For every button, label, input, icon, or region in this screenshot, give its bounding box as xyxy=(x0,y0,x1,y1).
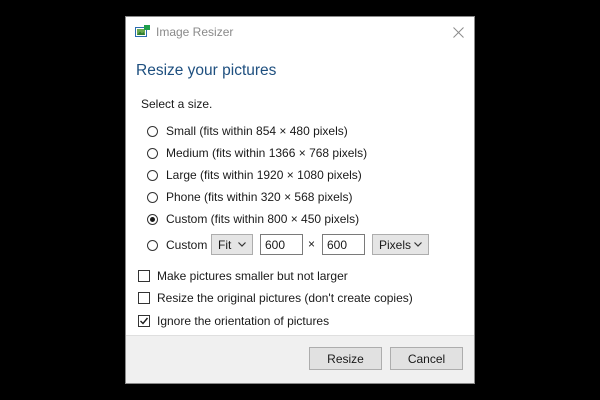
unit-value: Pixels xyxy=(379,237,412,252)
times-symbol: × xyxy=(308,237,316,251)
option-make-smaller[interactable]: Make pictures smaller but not larger xyxy=(138,268,348,284)
resize-button[interactable]: Resize xyxy=(309,347,382,370)
chevron-down-icon xyxy=(238,242,246,247)
checkbox[interactable] xyxy=(138,270,150,282)
close-icon xyxy=(452,26,464,38)
fit-mode-dropdown[interactable]: Fit xyxy=(211,234,253,255)
radio-option-small[interactable]: Small (fits within 854 × 480 pixels) xyxy=(147,122,348,140)
option-ignore-orientation[interactable]: Ignore the orientation of pictures xyxy=(138,313,329,329)
close-button[interactable] xyxy=(442,17,474,47)
dialog-heading: Resize your pictures xyxy=(136,62,277,79)
select-size-label: Select a size. xyxy=(141,97,213,111)
radio-option-custom[interactable]: Custom Fit 600 × 600 Pixels xyxy=(147,234,447,255)
width-input[interactable]: 600 xyxy=(260,234,303,255)
radio-label-custom-preset: Custom (fits within 800 × 450 pixels) xyxy=(166,212,360,226)
height-input[interactable]: 600 xyxy=(322,234,365,255)
radio-button[interactable] xyxy=(147,239,158,251)
title-bar: Image Resizer xyxy=(126,17,474,47)
cancel-button[interactable]: Cancel xyxy=(390,347,463,370)
radio-label-custom: Custom xyxy=(166,238,208,252)
radio-label-phone: Phone (fits within 320 × 568 pixels) xyxy=(166,190,353,204)
radio-label-medium: Medium (fits within 1366 × 768 pixels) xyxy=(166,146,368,160)
checkbox[interactable] xyxy=(138,292,150,304)
unit-dropdown[interactable]: Pixels xyxy=(372,234,429,255)
option-resize-original[interactable]: Resize the original pictures (don't crea… xyxy=(138,290,413,306)
radio-button[interactable] xyxy=(147,125,158,137)
dialog-footer: Resize Cancel xyxy=(126,335,474,383)
window-title: Image Resizer xyxy=(156,25,234,39)
image-resizer-app-icon xyxy=(135,25,150,37)
height-value: 600 xyxy=(327,237,348,252)
radio-button[interactable] xyxy=(147,147,158,159)
radio-option-phone[interactable]: Phone (fits within 320 × 568 pixels) xyxy=(147,188,352,206)
option-label-make-smaller: Make pictures smaller but not larger xyxy=(157,269,348,283)
radio-option-custom-preset[interactable]: Custom (fits within 800 × 450 pixels) xyxy=(147,210,359,228)
radio-option-large[interactable]: Large (fits within 1920 × 1080 pixels) xyxy=(147,166,362,184)
chevron-down-icon xyxy=(414,242,422,247)
checkbox-checked[interactable] xyxy=(138,315,150,327)
image-resizer-dialog: Image Resizer Resize your pictures Selec… xyxy=(125,16,475,384)
option-label-ignore-orientation: Ignore the orientation of pictures xyxy=(157,314,330,328)
radio-button-selected[interactable] xyxy=(147,213,158,225)
radio-label-small: Small (fits within 854 × 480 pixels) xyxy=(166,124,348,138)
radio-button[interactable] xyxy=(147,191,158,203)
radio-label-large: Large (fits within 1920 × 1080 pixels) xyxy=(166,168,362,182)
fit-mode-value: Fit xyxy=(218,237,232,252)
checkmark-icon xyxy=(140,317,149,325)
option-label-resize-original: Resize the original pictures (don't crea… xyxy=(157,291,413,305)
radio-option-medium[interactable]: Medium (fits within 1366 × 768 pixels) xyxy=(147,144,367,162)
width-value: 600 xyxy=(265,237,286,252)
radio-button[interactable] xyxy=(147,169,158,181)
